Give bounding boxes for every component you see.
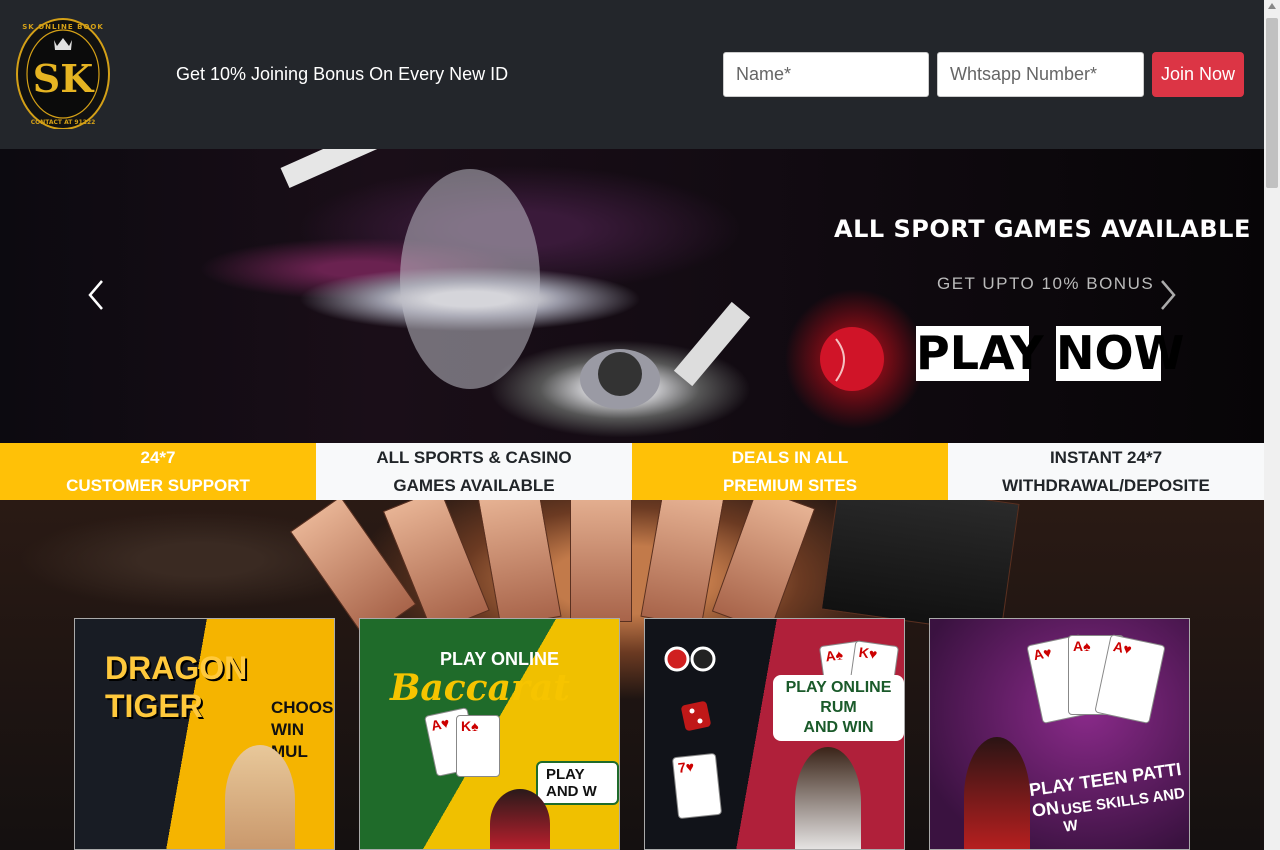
feature-sports-casino: ALL SPORTS & CASINO GAMES AVAILABLE (316, 443, 632, 500)
join-now-button[interactable]: Join Now (1152, 52, 1244, 97)
feature-line: DEALS IN ALL (731, 448, 849, 467)
fan-card-graphic (477, 500, 562, 628)
game-script-title: Baccarat (390, 667, 570, 709)
svg-text:SK ONLINE BOOK: SK ONLINE BOOK (22, 23, 104, 31)
sk-logo-icon: SK SK ONLINE BOOK CONTACT AT 91222 (16, 18, 110, 130)
game-card-baccarat[interactable]: PLAY ONLINE Baccarat A♥ K♠ PLAY AND W (359, 618, 620, 850)
game-side-line: CHOOSE (271, 698, 334, 717)
chevron-left-icon (88, 280, 103, 310)
hero-subtitle: GET UPTO 10% BONUS (937, 274, 1155, 293)
chevron-right-icon (1161, 280, 1176, 310)
dealer-image (490, 789, 550, 849)
dealer-image (225, 745, 295, 849)
hero-carousel: ALL SPORT GAMES AVAILABLE GET UPTO 10% B… (0, 149, 1264, 443)
play-word-box[interactable]: PLAY (916, 326, 1044, 381)
feature-premium-sites: DEALS IN ALL PREMIUM SITES (632, 443, 948, 500)
game-title-line: PLAY ONLINE RUM (785, 679, 892, 716)
hero-title: ALL SPORT GAMES AVAILABLE (834, 215, 1251, 243)
svg-text:CONTACT AT 91222: CONTACT AT 91222 (31, 119, 96, 126)
game-title: DRAGON TIGER (105, 649, 247, 725)
site-header: SK SK ONLINE BOOK CONTACT AT 91222 Get 1… (0, 0, 1264, 149)
game-card-rummy[interactable]: A♠ K♥ 7♥ PLAY ONLINE RUM AND WIN (644, 618, 905, 850)
game-card-teen-patti[interactable]: A♥ A♠ A♥ PLAY TEEN PATTI ON USE SKILLS A… (929, 618, 1190, 850)
batsman-illustration (400, 169, 884, 409)
site-logo[interactable]: SK SK ONLINE BOOK CONTACT AT 91222 (16, 16, 110, 130)
scroll-up-arrow-icon[interactable] (1268, 3, 1276, 9)
game-title-line: DRAGON (105, 650, 248, 686)
feature-line: 24*7 (140, 448, 176, 467)
feature-line: GAMES AVAILABLE (393, 476, 555, 495)
scrollbar-thumb[interactable] (1266, 18, 1278, 188)
fan-card-graphic (570, 500, 632, 622)
fan-card-graphic (711, 500, 816, 633)
dealer-image (795, 747, 861, 849)
svg-text:SK: SK (33, 56, 95, 101)
feature-withdrawal-deposit: INSTANT 24*7 WITHDRAWAL/DEPOSITE (948, 443, 1264, 500)
play-and-win-badge: PLAY AND W (536, 761, 619, 805)
carousel-next-button[interactable] (1158, 277, 1178, 313)
carousel-prev-button[interactable] (86, 277, 106, 313)
playing-card-icon: K♠ (456, 715, 500, 777)
feature-line: CUSTOMER SUPPORT (66, 476, 250, 495)
joining-bonus-tagline: Get 10% Joining Bonus On Every New ID (176, 64, 509, 84)
whatsapp-number-input[interactable] (937, 52, 1144, 97)
king-card-graphic (820, 500, 1020, 635)
game-title: PLAY ONLINE RUM AND WIN (773, 675, 904, 741)
name-input[interactable] (723, 52, 929, 97)
feature-line: INSTANT 24*7 (1049, 448, 1163, 467)
feature-customer-support: 24*7 CUSTOMER SUPPORT (0, 443, 316, 500)
feature-line: ALL SPORTS & CASINO (376, 448, 572, 467)
game-title-line: AND WIN (803, 719, 874, 736)
model-image (964, 737, 1030, 849)
feature-line: PREMIUM SITES (722, 476, 858, 495)
game-side-text: CHOOSE WIN MUL (271, 697, 334, 763)
chips-and-dice-icon (664, 646, 716, 731)
now-word-box[interactable]: NOW (1056, 326, 1184, 381)
feature-line: WITHDRAWAL/DEPOSITE (1002, 476, 1210, 495)
playing-card-icon: 7♥ (671, 752, 723, 820)
game-card-dragon-tiger[interactable]: DRAGON TIGER CHOOSE WIN MUL (74, 618, 335, 850)
game-title-line: TIGER (105, 688, 203, 724)
